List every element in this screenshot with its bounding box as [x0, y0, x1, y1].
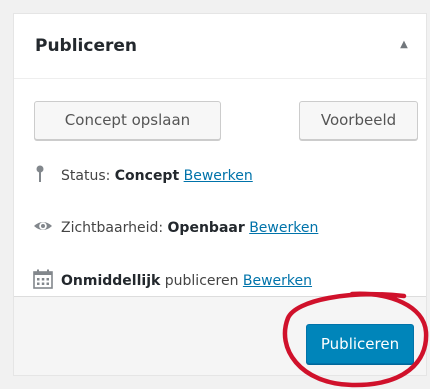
visibility-row: Zichtbaarheid: Openbaar Bewerken	[33, 215, 318, 241]
panel-title: Publiceren	[35, 36, 138, 56]
publish-box: Publiceren ▲ Concept opslaan Voorbeeld S…	[13, 13, 427, 376]
status-value: Concept	[114, 168, 180, 184]
visibility-edit-link[interactable]: Bewerken	[249, 220, 318, 236]
status-edit-link[interactable]: Bewerken	[184, 168, 253, 184]
visibility-value: Openbaar	[167, 220, 245, 236]
pin-icon	[33, 164, 53, 184]
status-label: Status:	[61, 168, 111, 184]
schedule-row: Onmiddellijk publiceren Bewerken	[33, 268, 312, 294]
publish-button[interactable]: Publiceren	[306, 324, 414, 364]
eye-icon	[33, 216, 53, 236]
preview-button[interactable]: Voorbeeld	[299, 101, 418, 140]
schedule-value: Onmiddellijk	[61, 273, 161, 289]
calendar-icon	[33, 269, 53, 289]
status-row: Status: Concept Bewerken	[33, 163, 253, 189]
publish-box-header[interactable]: Publiceren ▲	[14, 14, 426, 79]
schedule-edit-link[interactable]: Bewerken	[243, 273, 312, 289]
publish-box-footer: Publiceren	[14, 296, 426, 375]
schedule-label: publiceren	[164, 273, 239, 289]
save-draft-button[interactable]: Concept opslaan	[34, 101, 221, 140]
caret-up-icon[interactable]: ▲	[394, 35, 414, 55]
visibility-label: Zichtbaarheid:	[61, 220, 164, 236]
